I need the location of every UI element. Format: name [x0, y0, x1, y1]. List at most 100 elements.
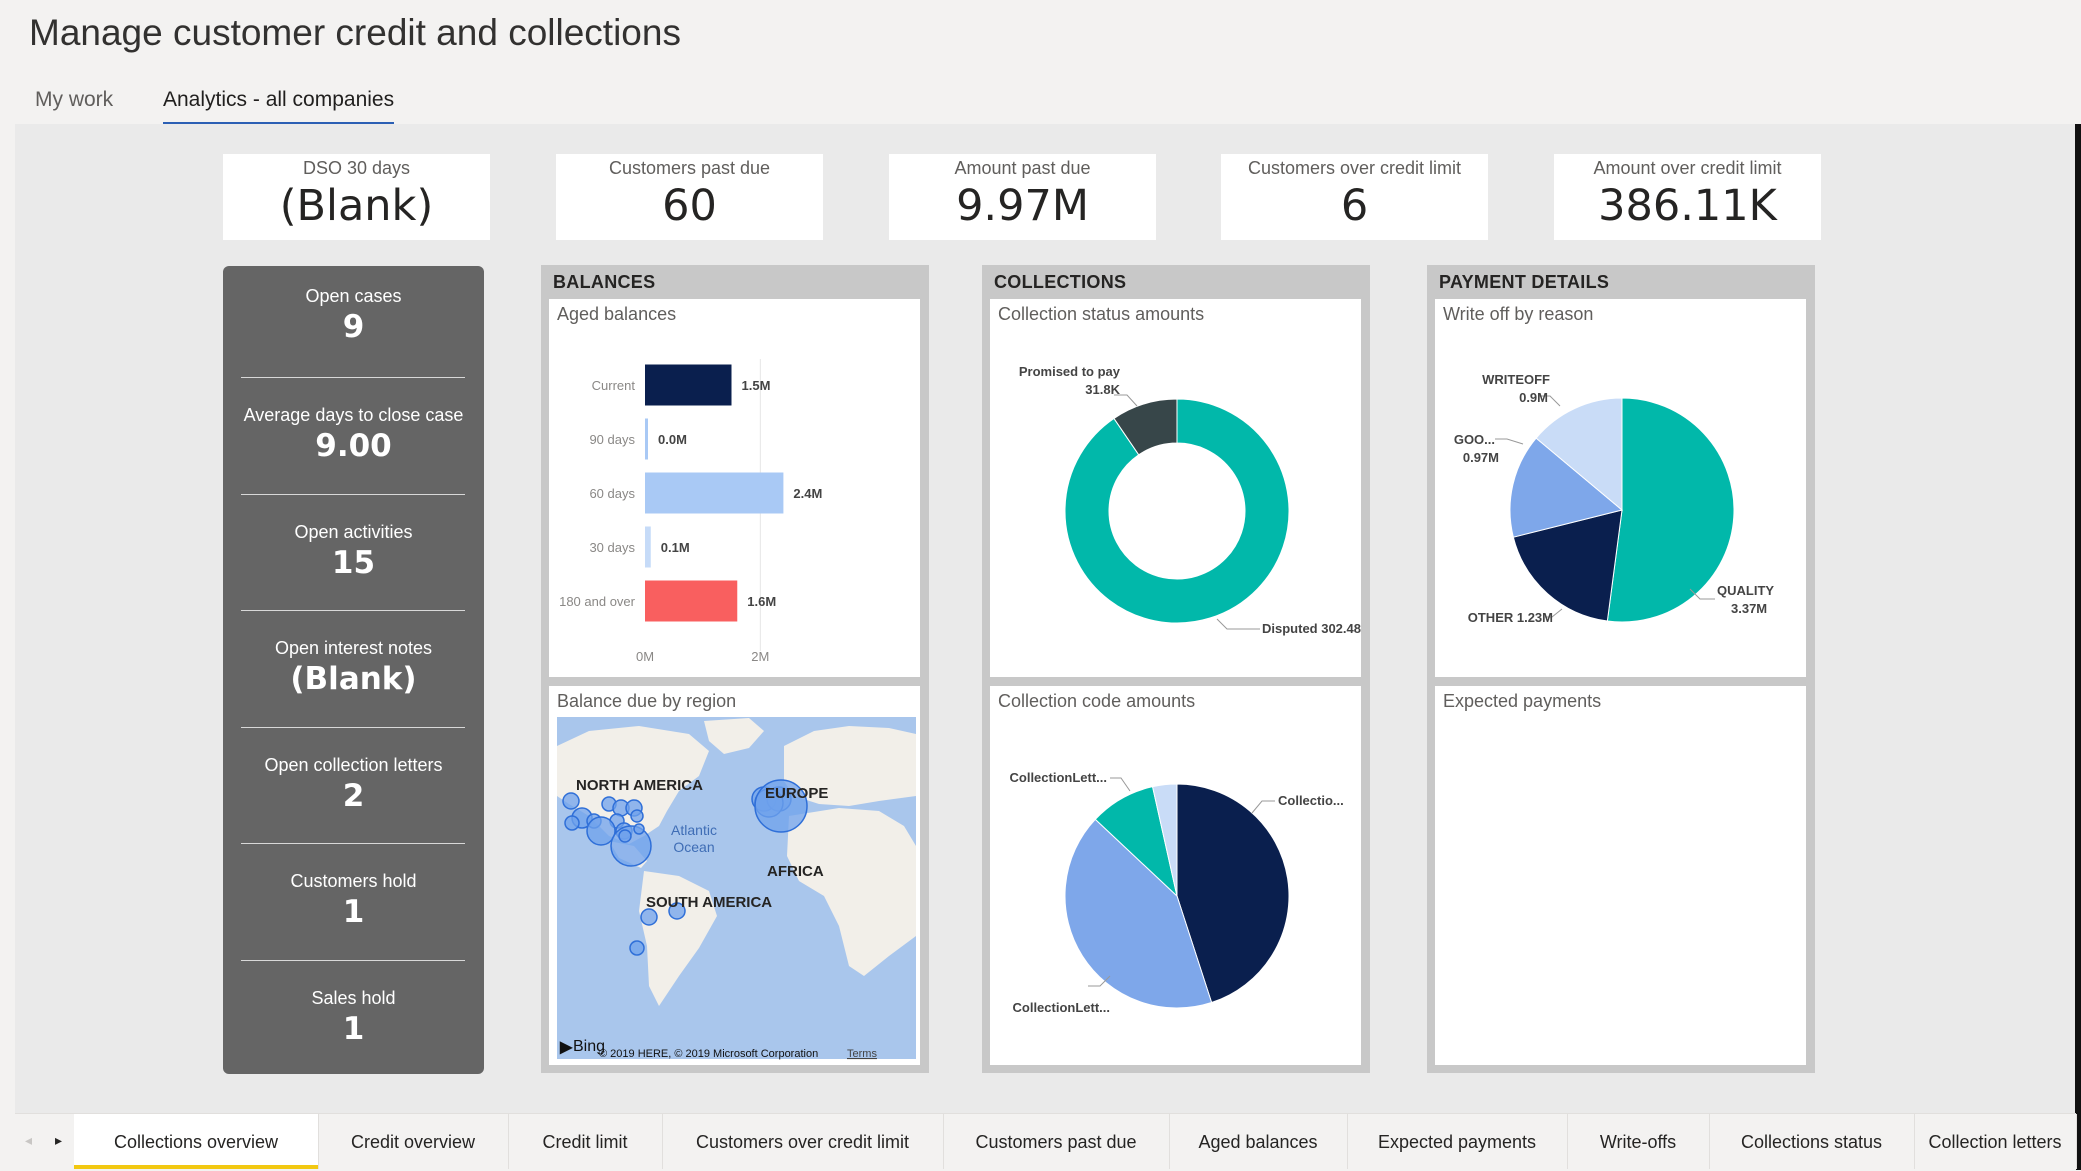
- tab-my-work[interactable]: My work: [35, 88, 113, 112]
- kpi-value: 6: [1340, 181, 1369, 231]
- page-tab-collections-status[interactable]: Collections status: [1709, 1114, 1915, 1169]
- bar-data-label: 0.1M: [661, 540, 690, 555]
- map-bubble: [629, 940, 645, 956]
- stats-panel: Open cases 9 Average days to close case …: [223, 266, 484, 1074]
- slice-label: Collectio...: [1278, 793, 1344, 808]
- leader-line: [1216, 618, 1260, 630]
- bar-data-label: 1.5M: [742, 378, 771, 393]
- balances-panel: BALANCES Aged balances Current 1.5M 90 day…: [541, 265, 929, 1073]
- page-tab-credit-overview[interactable]: Credit overview: [318, 1114, 509, 1169]
- bar-category-label: 180 and over: [559, 594, 636, 609]
- expected-payments-card[interactable]: Expected payments: [1435, 686, 1806, 1065]
- stat-value: 1: [342, 1011, 365, 1047]
- stat-value: 9: [342, 309, 365, 345]
- stat-open-interest-notes: Open interest notes (Blank): [223, 638, 484, 697]
- bar-category-label: 60 days: [589, 486, 635, 501]
- kpi-label: Amount over credit limit: [1593, 158, 1782, 178]
- bar-data-label: 1.6M: [747, 594, 776, 609]
- page-tab-label: Collection letters: [1928, 1132, 2062, 1152]
- slice-label: 31.8K: [1085, 382, 1120, 397]
- page-tab-label: Expected payments: [1377, 1132, 1537, 1152]
- stat-customers-hold: Customers hold 1: [223, 871, 484, 930]
- kpi-amount-past-due: Amount past due 9.97M: [889, 154, 1156, 240]
- bar-data-label: 0.0M: [658, 432, 687, 447]
- stat-label: Average days to close case: [243, 405, 464, 425]
- stat-label: Sales hold: [311, 988, 396, 1008]
- map-bubble: [586, 816, 616, 846]
- page-tab-label: Collections overview: [113, 1132, 279, 1152]
- page-tab-label: Write-offs: [1599, 1132, 1677, 1152]
- collection-code-card[interactable]: Collection code amounts Collectio... Coll…: [990, 686, 1361, 1065]
- page-tab-label: Customers over credit limit: [695, 1132, 910, 1152]
- page-tab-collections-overview[interactable]: Collections overview: [74, 1114, 319, 1169]
- map-terms-link[interactable]: Terms: [847, 1048, 877, 1060]
- bar-category-label: 30 days: [589, 540, 635, 555]
- stat-value: (Blank): [290, 661, 417, 697]
- page-tab-aged-balances[interactable]: Aged balances: [1169, 1114, 1348, 1169]
- chevron-right-icon[interactable]: ▸: [55, 1132, 62, 1149]
- map-copyright: © 2019 HERE, © 2019 Microsoft Corporatio…: [599, 1048, 818, 1060]
- stat-value: 15: [331, 545, 376, 581]
- tab-analytics[interactable]: Analytics - all companies: [163, 88, 395, 125]
- active-page-indicator: [74, 1165, 318, 1169]
- kpi-value: (Blank): [279, 181, 434, 231]
- bing-logo: ▶: [559, 1039, 573, 1056]
- collections-panel: COLLECTIONS Collection status amounts Di…: [982, 265, 1370, 1073]
- stat-open-cases: Open cases 9: [223, 286, 484, 345]
- stat-value: 1: [342, 894, 365, 930]
- kpi-value: 9.97M: [956, 181, 1089, 231]
- page-tab-credit-limit[interactable]: Credit limit: [508, 1114, 663, 1169]
- panel-title: BALANCES: [553, 272, 656, 292]
- stat-avg-days: Average days to close case 9.00: [223, 405, 484, 464]
- map-label: EUROPE: [765, 785, 828, 802]
- report-page-tabs: ◂ ▸ Collections overview Credit overview…: [15, 1113, 2077, 1171]
- chevron-left-icon[interactable]: ◂: [25, 1132, 32, 1149]
- stat-label: Customers hold: [290, 871, 417, 891]
- panel-title: PAYMENT DETAILS: [1439, 272, 1610, 292]
- x-tick-label: 2M: [751, 649, 769, 664]
- divider: [241, 377, 465, 378]
- scrollbar-edge: [2075, 124, 2081, 1170]
- page-tab-write-offs[interactable]: Write-offs: [1567, 1114, 1710, 1169]
- aged-balances-card[interactable]: Aged balances Current 1.5M 90 days 0.0M 60 d…: [549, 299, 920, 677]
- stat-sales-hold: Sales hold 1: [223, 988, 484, 1047]
- divider: [241, 960, 465, 961]
- bar-category-label: Current: [592, 378, 636, 393]
- slice-label: 0.97M: [1463, 450, 1499, 465]
- page-tab-customers-past-due[interactable]: Customers past due: [943, 1114, 1170, 1169]
- bar-data-label: 2.4M: [793, 486, 822, 501]
- kpi-label: Customers past due: [608, 158, 771, 178]
- bar: [645, 580, 738, 622]
- slice-label: QUALITY: [1717, 583, 1774, 598]
- page-tab-label: Aged balances: [1198, 1132, 1318, 1152]
- kpi-label: DSO 30 days: [302, 158, 411, 178]
- divider: [241, 494, 465, 495]
- page-tab-customers-over-credit-limit[interactable]: Customers over credit limit: [662, 1114, 944, 1169]
- page-tab-label: Credit limit: [542, 1132, 628, 1152]
- map-label: SOUTH AMERICA: [646, 894, 772, 911]
- kpi-customers-over-limit: Customers over credit limit 6: [1221, 154, 1488, 240]
- kpi-customers-past-due: Customers past due 60: [556, 154, 823, 240]
- leader-line: [1495, 438, 1524, 445]
- page-tab-collection-letters[interactable]: Collection letters: [1914, 1114, 2077, 1169]
- map-label: AFRICA: [767, 863, 824, 880]
- collection-code-chart: Collectio... CollectionLett... CollectionL…: [1010, 770, 1344, 1015]
- pie-slice: [1606, 397, 1735, 623]
- divider: [241, 843, 465, 844]
- slice-label: Disputed 302.48K: [1262, 621, 1361, 636]
- slice-label: CollectionLett...: [1013, 1000, 1111, 1015]
- divider: [241, 727, 465, 728]
- slice-label: Promised to pay: [1019, 364, 1121, 379]
- aged-balances-chart: Current 1.5M 90 days 0.0M 60 days 2.4M 30 days…: [559, 359, 822, 664]
- region-card[interactable]: Balance due by region NORTH AMERICA EURO…: [549, 686, 920, 1065]
- page-tab-label: Customers past due: [975, 1132, 1137, 1152]
- slice-label: 0.9M: [1519, 390, 1548, 405]
- page-tab-expected-payments[interactable]: Expected payments: [1347, 1114, 1568, 1169]
- slice-label: CollectionLett...: [1010, 770, 1108, 785]
- bar-category-label: 90 days: [589, 432, 635, 447]
- stat-open-activities: Open activities 15: [223, 522, 484, 581]
- collection-status-card[interactable]: Collection status amounts Disputed 302.4…: [990, 299, 1361, 677]
- writeoff-card[interactable]: Write off by reason QUALITY 3.37M OTHER 1.…: [1435, 299, 1806, 677]
- collection-status-chart: Disputed 302.48K Promised to pay 31.8K: [1019, 364, 1361, 636]
- slice-label: WRITEOFF: [1482, 372, 1550, 387]
